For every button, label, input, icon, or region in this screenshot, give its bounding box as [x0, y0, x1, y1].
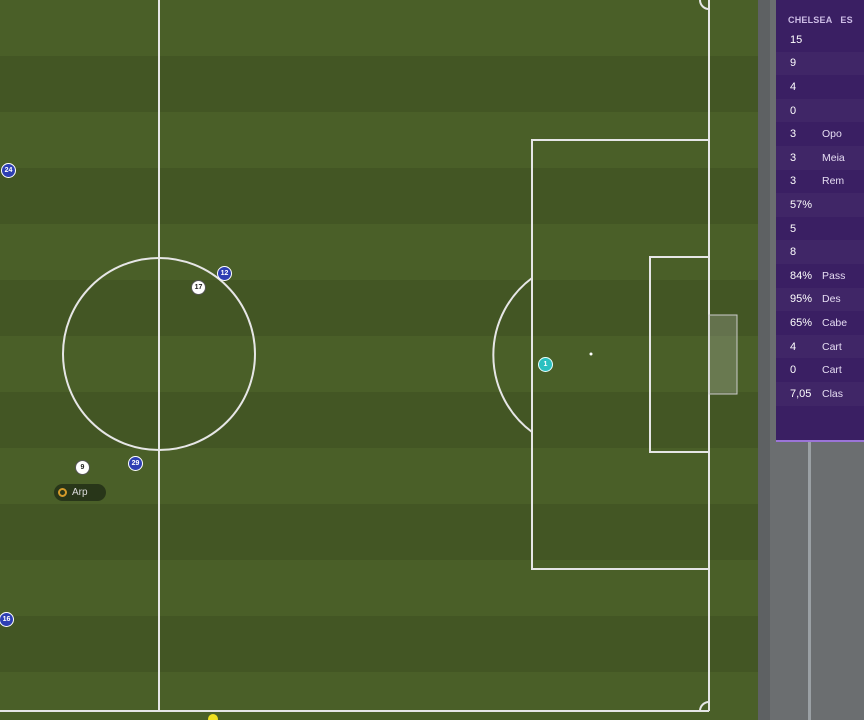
stat-value: 3	[790, 128, 797, 141]
stat-value: 8	[790, 246, 797, 259]
penalty-arc	[492, 277, 533, 433]
goal	[708, 314, 738, 395]
stat-label: Cart	[822, 364, 842, 377]
stat-row: 4	[776, 75, 864, 99]
stat-row: 95% Des	[776, 288, 864, 312]
player-marker[interactable]: 24	[1, 163, 16, 178]
stat-value: 4	[790, 340, 797, 353]
player-marker[interactable]: 29	[128, 456, 143, 471]
stat-value: 3	[790, 151, 797, 164]
stat-label: Cabe	[822, 316, 848, 329]
stat-label: Opo	[822, 128, 842, 141]
stat-row: 65% Cabe	[776, 311, 864, 335]
ball	[208, 714, 218, 720]
penalty-area	[531, 139, 710, 570]
stat-row: 0	[776, 99, 864, 123]
stat-value: 9	[790, 57, 797, 70]
stats-rows: 15 9 4 0 3 Opo 3 Meia 3 Rem 57% 5 8 84% Pass…	[776, 28, 864, 406]
stat-value: 7,05	[790, 387, 812, 400]
player-marker[interactable]: 17	[191, 280, 206, 295]
player-name: Arp	[72, 487, 88, 498]
stat-row: 8	[776, 240, 864, 264]
stat-value: 5	[790, 222, 797, 235]
stat-row: 5	[776, 217, 864, 241]
stat-value: 65%	[790, 316, 813, 329]
stat-row: 3 Rem	[776, 170, 864, 194]
goalkeeper-marker[interactable]: 1	[538, 357, 553, 372]
stat-label: Cart	[822, 340, 842, 353]
player-marker[interactable]: 12	[217, 266, 232, 281]
stat-value: 0	[790, 104, 797, 117]
stat-row: 9	[776, 52, 864, 76]
corner-arc-bottom	[699, 701, 710, 712]
stat-value: 15	[790, 33, 803, 46]
pitch: 24 12 17 9 29 16 1 Arp	[0, 0, 758, 720]
stat-label: Des	[822, 293, 841, 306]
stat-value: 57%	[790, 198, 813, 211]
stat-value: 3	[790, 175, 797, 188]
stat-value: 95%	[790, 293, 813, 306]
condition-ring-icon	[58, 488, 67, 497]
stat-row: 84% Pass	[776, 264, 864, 288]
stat-value: 0	[790, 364, 797, 377]
stat-value: 84%	[790, 269, 813, 282]
stat-row: 7,05 Clas	[776, 382, 864, 406]
corner-arc-top	[699, 0, 710, 10]
stat-value: 4	[790, 80, 797, 93]
stat-row: 0 Cart	[776, 358, 864, 382]
stat-row: 57%	[776, 193, 864, 217]
stat-row: 3 Meia	[776, 146, 864, 170]
stat-row: 4 Cart	[776, 335, 864, 359]
match-stats-panel: CHELSEA ES 15 9 4 0 3 Opo 3 Meia 3 Rem 57% …	[776, 0, 864, 442]
stat-label: Rem	[822, 175, 845, 188]
stat-row: 15	[776, 28, 864, 52]
side-shade	[758, 0, 770, 720]
stat-label: Clas	[822, 387, 844, 400]
penalty-spot	[589, 352, 593, 356]
stat-label: Meia	[822, 151, 845, 164]
player-marker[interactable]: 9	[75, 460, 90, 475]
six-yard-box	[649, 256, 710, 453]
pitch-lines	[0, 0, 738, 720]
player-name-tag: Arp	[54, 484, 106, 501]
away-team-label: ES	[840, 15, 853, 25]
stat-label: Pass	[822, 269, 846, 282]
home-team-label: CHELSEA	[788, 15, 833, 25]
stat-row: 3 Opo	[776, 122, 864, 146]
